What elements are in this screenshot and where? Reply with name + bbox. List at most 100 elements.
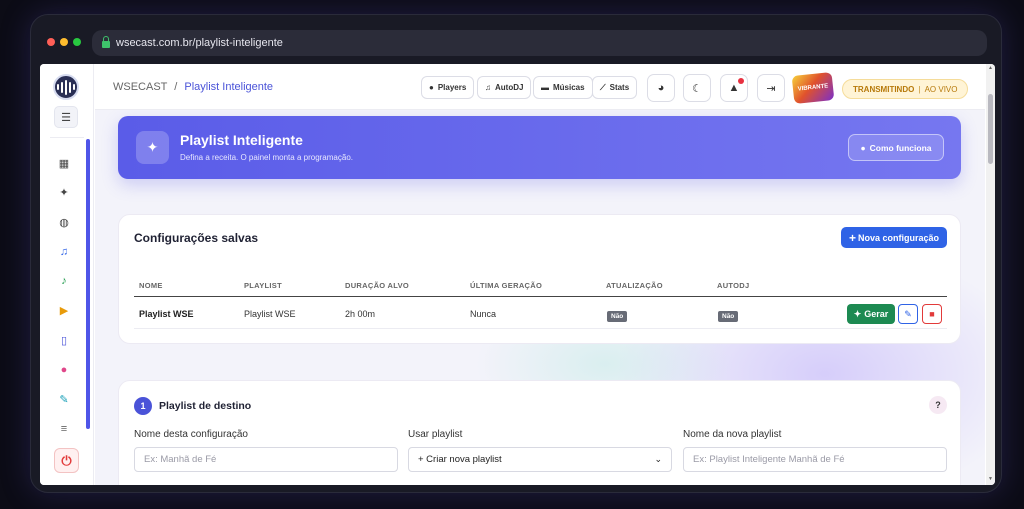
sidebar-item-play-circle[interactable]: ▶ [55,302,73,320]
saved-configs-card: Configurações salvas + Nova configuração… [118,214,961,344]
sidebar-item-more[interactable]: ≡ [55,420,73,438]
dashboard-icon: ▦ [58,157,70,170]
col-header-nome: NOME [139,281,163,290]
cell-duracao: 2h 00m [345,309,376,319]
col-header-playlist: PLAYLIST [244,281,282,290]
main-content: WSECAST / Playlist Inteligente ● Players ♫… [95,64,985,485]
sidebar-item-magic-wand[interactable]: ✦ [55,184,73,202]
sidebar-divider [50,137,84,138]
breadcrumb-root[interactable]: WSECAST [113,81,167,93]
mobile-icon: ▯ [60,334,68,347]
trash-icon: ■ [929,309,935,319]
page-header-banner: ✦ Playlist Inteligente Defina a receita.… [118,116,961,179]
cell-playlist: Playlist WSE [244,309,296,319]
how-it-works-button[interactable]: ● Como funciona [848,134,944,161]
theme-palette-button[interactable]: ◕ [647,74,675,102]
avatar-text: VIBRANTE [797,83,829,93]
moon-icon: ☾ [692,82,702,95]
edit-icon: ✎ [904,308,912,319]
topbar: WSECAST / Playlist Inteligente ● Players ♫… [95,64,985,110]
power-icon: ⏻ [61,452,72,468]
more-icon: ≡ [60,422,68,435]
stats-button[interactable]: ⟋ Stats [592,76,638,99]
sidebar-item-mobile[interactable]: ▯ [55,331,73,349]
music-icon: ♪ [61,275,67,287]
minimize-dot[interactable] [60,38,68,46]
row-divider [134,328,947,329]
sidebar-item-users[interactable]: ● [55,361,73,379]
sidebar-item-music[interactable]: ♪ [55,272,73,290]
logout-button[interactable]: ⇥ [757,74,785,102]
breadcrumb-separator: / [174,81,178,93]
notifications-button[interactable]: ▲ [720,74,748,102]
wrench-icon: ✎ [59,393,69,406]
delete-button[interactable]: ■ [922,304,942,324]
sidebar-scrollbar[interactable] [86,139,90,429]
list-icon: ☰ [61,111,71,124]
how-it-works-label: Como funciona [869,142,932,153]
page-subtitle: Defina a receita. O painel monta a progr… [180,153,353,162]
col-header-autodj: AUTODJ [717,281,750,290]
sidebar: ☰ ▦ ✦ ◍ ♫ ♪ ▶ ▯ ● ✎ ≡ ⏻ [40,64,94,485]
chevron-down-icon: ⌄ [654,454,662,464]
saved-configs-title: Configurações salvas [134,231,259,245]
wsecast-logo[interactable] [53,74,79,100]
sidebar-item-headphones[interactable]: ♫ [55,243,73,261]
cell-ultima: Nunca [470,309,497,319]
scrollbar-thumb[interactable] [988,94,993,164]
sign-out-icon: ⇥ [766,82,776,95]
generate-button[interactable]: ✦ Gerar [847,304,895,324]
maximize-dot[interactable] [73,38,81,46]
page-scrollbar[interactable]: ▲ ▼ [986,64,995,485]
breadcrumb-current: Playlist Inteligente [184,81,274,93]
musicas-label: Músicas [553,83,585,92]
new-playlist-input[interactable] [683,447,947,472]
new-playlist-label: Nome da nova playlist [683,429,782,440]
autodj-button[interactable]: ♫ AutoDJ [477,76,532,99]
users-icon: ● [60,363,68,376]
play-circle-icon: ● [429,83,434,92]
music-icon: ♫ [485,83,491,92]
use-playlist-select[interactable]: + Criar nova playlist ⌄ [408,447,672,472]
sidebar-item-globe[interactable]: ◍ [55,213,73,231]
table-header-divider [134,296,947,297]
headphones-icon: ♫ [59,245,69,258]
live-status-badge: TRANSMITINDO | AO VIVO [842,79,969,99]
power-button[interactable]: ⏻ [54,448,79,473]
edit-button[interactable]: ✎ [898,304,918,324]
cell-nome: Playlist WSE [139,309,194,319]
dark-mode-button[interactable]: ☾ [683,74,711,102]
config-name-label: Nome desta configuração [134,429,248,440]
musicas-button[interactable]: ▬ Músicas [533,76,593,99]
palette-icon: ◕ [657,82,665,94]
magic-wand-icon: ✦ [136,131,169,164]
close-dot[interactable] [47,38,55,46]
sidebar-item-dashboard[interactable]: ▦ [55,154,73,172]
col-header-duracao: DURAÇÃO ALVO [345,281,410,290]
new-config-label: Nova configuração [857,232,940,243]
window-controls [47,38,81,46]
chart-icon: ⟋ [600,82,606,92]
play-circle-icon: ▶ [59,305,69,317]
help-button[interactable]: ? [929,396,947,414]
cell-autodj-badge: Não [718,311,739,322]
step-number-badge: 1 [134,397,152,415]
live-status-sub: AO VIVO [924,84,958,94]
live-status-text: TRANSMITINDO [853,84,915,94]
new-config-button[interactable]: + Nova configuração [841,227,947,248]
players-button[interactable]: ● Players [421,76,475,99]
sidebar-item-wrench[interactable]: ✎ [55,390,73,408]
sidebar-toggle-button[interactable]: ☰ [54,106,78,128]
address-bar[interactable]: wsecast.com.br/playlist-inteligente [92,30,987,56]
station-avatar[interactable]: VIBRANTE [791,71,835,105]
generate-label: Gerar [864,309,889,319]
browser-frame: wsecast.com.br/playlist-inteligente ☰ ▦ ✦… [30,14,1002,493]
play-circle-icon: ● [860,142,866,153]
plus-icon: + [848,230,856,245]
page-title: Playlist Inteligente [180,132,303,148]
use-playlist-value: + Criar nova playlist [418,454,502,465]
config-name-input[interactable] [134,447,398,472]
stats-label: Stats [609,83,630,92]
scroll-up-arrow-icon[interactable]: ▲ [987,65,994,72]
scroll-down-arrow-icon[interactable]: ▼ [987,476,994,483]
